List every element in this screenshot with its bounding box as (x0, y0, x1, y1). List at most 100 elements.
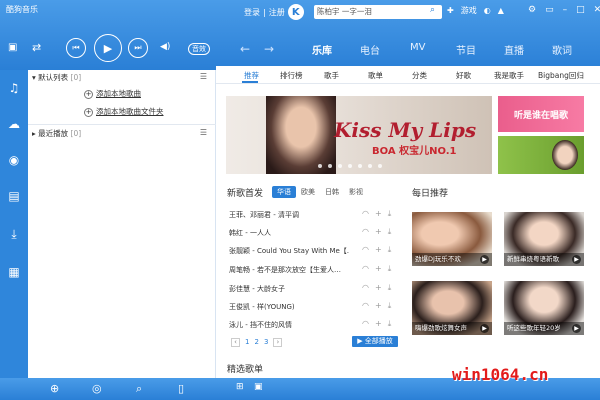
apps-grid-icon[interactable]: ▦ (6, 264, 22, 280)
carousel-dots[interactable] (318, 164, 382, 168)
headphone-icon[interactable]: ◠ (362, 227, 369, 237)
lang-tab-chinese[interactable]: 华语 (272, 186, 296, 198)
download-icon[interactable]: ⤓ (388, 283, 392, 293)
tab-live[interactable]: 直播 (504, 42, 524, 57)
download-icon[interactable]: ⤓ (388, 245, 392, 255)
volume-icon[interactable]: ◀) (160, 42, 170, 52)
headphone-icon[interactable]: ◠ (362, 283, 369, 293)
play-button[interactable]: ▶ (94, 34, 122, 62)
subtab-singers[interactable]: 歌手 (324, 70, 339, 81)
subtab-recommend[interactable]: 推荐 (244, 70, 259, 81)
search-list-icon[interactable]: ⌕ (136, 382, 142, 396)
tab-shows[interactable]: 节目 (456, 42, 476, 57)
add-icon[interactable]: + (375, 301, 382, 311)
subtab-charts[interactable]: 排行榜 (280, 70, 303, 81)
close-icon[interactable]: ✕ (594, 5, 600, 15)
page-1[interactable]: 1 (245, 338, 249, 347)
search-input[interactable]: 陈柏宇 一字一泪 (314, 5, 442, 19)
play-icon[interactable]: ▶ (572, 324, 581, 333)
subtab-categories[interactable]: 分类 (412, 70, 427, 81)
tab-library[interactable]: 乐库 (312, 42, 332, 57)
download-icon[interactable]: ⤓ (388, 209, 392, 219)
prev-page-icon[interactable]: ‹ (231, 338, 240, 347)
song-item[interactable]: 韩红 - 一人人 (229, 228, 349, 238)
wireless-icon[interactable]: ◉ (6, 152, 22, 168)
register-link[interactable]: 注册 (269, 7, 285, 18)
side-ad-top[interactable]: 听是谁在唱歌 (498, 96, 584, 132)
kugou-logo-icon[interactable]: K (287, 4, 304, 20)
tab-radio[interactable]: 电台 (360, 42, 380, 57)
song-item[interactable]: 张靓颖 - Could You Stay With Me【… (229, 246, 349, 256)
headphone-icon[interactable]: ◠ (362, 209, 369, 219)
list-menu-icon[interactable]: ☰ (200, 128, 207, 137)
download-icon[interactable]: ⤓ (388, 227, 392, 237)
daily-card[interactable]: 听这些歌年轻20岁 ▶ (504, 281, 584, 335)
subtab-singer-show[interactable]: 我是歌手 (494, 70, 524, 81)
game-icon[interactable]: ⊞ (236, 382, 244, 392)
page-2[interactable]: 2 (254, 338, 258, 347)
skin-icon[interactable]: ◐ (484, 6, 491, 15)
add-icon[interactable]: + (375, 264, 382, 274)
default-list-header[interactable]: ▾ 默认列表 [0] (32, 72, 81, 83)
device-icon[interactable]: ▤ (6, 188, 22, 204)
add-list-icon[interactable]: ⊕ (50, 382, 59, 395)
song-item[interactable]: 周笔畅 - 若不是那次放空【生爱人… (229, 265, 349, 275)
sound-effect-button[interactable]: 音效 (188, 43, 210, 55)
headphone-icon[interactable]: ◠ (362, 245, 369, 255)
song-item[interactable]: 王菲、邓丽君 - 清平调 (229, 210, 349, 220)
add-local-folder[interactable]: + 添加本地歌曲文件夹 (84, 106, 164, 117)
download-icon[interactable]: ⤓ (6, 226, 22, 242)
download-icon[interactable]: ⤓ (388, 264, 392, 274)
store-icon[interactable]: ▣ (254, 382, 263, 392)
daily-card[interactable]: 劲爆DJ玩乐不欢 ▶ (412, 212, 492, 266)
next-button[interactable]: ⏭ (128, 38, 148, 58)
song-item[interactable]: 彭佳慧 - 大龄女子 (229, 284, 349, 294)
download-icon[interactable]: ⤓ (388, 301, 392, 311)
side-ad-bottom[interactable] (498, 136, 584, 174)
cloud-icon[interactable]: ☁ (6, 116, 22, 132)
play-all-button[interactable]: ▶ 全部播放 (352, 336, 398, 347)
shuffle-icon[interactable]: ⇄ (32, 41, 41, 54)
minimize-icon[interactable]: – (563, 5, 568, 15)
list-menu-icon[interactable]: ☰ (200, 72, 207, 81)
play-icon[interactable]: ▶ (480, 324, 489, 333)
headphone-icon[interactable]: ◠ (362, 319, 369, 329)
lang-tab-jpkr[interactable]: 日韩 (320, 186, 344, 198)
headphone-icon[interactable]: ◠ (362, 264, 369, 274)
music-note-icon[interactable]: ♫ (6, 80, 22, 96)
play-icon[interactable]: ▶ (572, 255, 581, 264)
forward-arrow-icon[interactable]: → (264, 42, 274, 56)
gamepad-icon[interactable]: ✚ (447, 6, 454, 15)
tab-mv[interactable]: MV (410, 42, 425, 53)
login-link[interactable]: 登录 (244, 7, 260, 18)
maximize-icon[interactable]: □ (576, 5, 585, 15)
add-icon[interactable]: + (375, 245, 382, 255)
add-local-song[interactable]: + 添加本地歌曲 (84, 88, 141, 99)
lang-tab-ost[interactable]: 影视 (344, 186, 368, 198)
headphone-icon[interactable]: ◠ (362, 301, 369, 311)
mini-mode-icon[interactable]: ▭ (545, 5, 554, 15)
add-icon[interactable]: + (375, 209, 382, 219)
add-icon[interactable]: + (375, 283, 382, 293)
shirt-icon[interactable]: ▲ (498, 6, 504, 15)
daily-card[interactable]: 新鲜串烧粤语新歌 ▶ (504, 212, 584, 266)
previous-button[interactable]: ⏮ (66, 38, 86, 58)
tab-lyrics[interactable]: 歌词 (552, 42, 572, 57)
add-icon[interactable]: + (375, 227, 382, 237)
back-arrow-icon[interactable]: ← (240, 42, 250, 56)
subtab-playlists[interactable]: 歌单 (368, 70, 383, 81)
song-item[interactable]: 泳儿 - 挡不住的风情 (229, 320, 349, 330)
subtab-good-songs[interactable]: 好歌 (456, 70, 471, 81)
lang-tab-western[interactable]: 欧美 (296, 186, 320, 198)
recent-list-header[interactable]: ▸ 最近播放 [0] (32, 128, 81, 139)
daily-card[interactable]: 嗨爆劲歌炫舞女声 ▶ (412, 281, 492, 335)
game-label[interactable]: 游戏 (461, 5, 477, 16)
page-3[interactable]: 3 (264, 338, 268, 347)
locate-icon[interactable]: ◎ (92, 382, 102, 395)
add-icon[interactable]: + (375, 319, 382, 329)
playlist-toggle-icon[interactable]: ▣ (8, 42, 17, 53)
play-icon[interactable]: ▶ (480, 255, 489, 264)
mobile-icon[interactable]: ▯ (178, 382, 184, 395)
download-icon[interactable]: ⤓ (388, 319, 392, 329)
next-page-icon[interactable]: › (273, 338, 283, 347)
